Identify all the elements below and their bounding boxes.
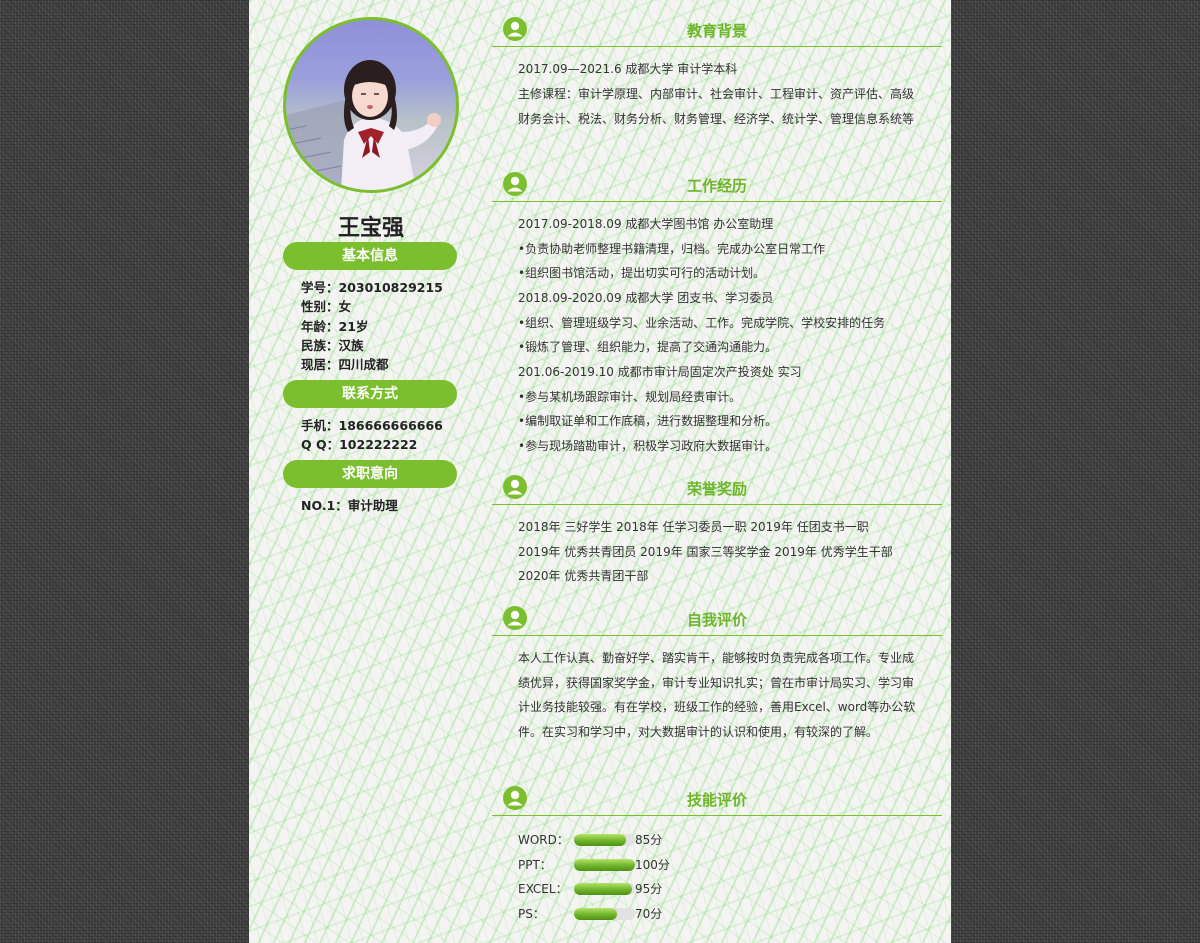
work-line: •负责协助老师整理书籍清理，归档。完成办公室日常工作 (518, 242, 826, 256)
skill-bar-fill (574, 834, 626, 846)
work-line: 2018.09-2020.09 成都大学 团支书、学习委员 (518, 291, 774, 305)
honor-line: 2020年 优秀共青团干部 (518, 569, 649, 583)
residence: 现居：四川成都 (301, 357, 389, 372)
work-line: •参与现场踏勘审计，积极学习政府大数据审计。 (518, 439, 778, 453)
job-intent: NO.1：审计助理 (301, 498, 398, 513)
work-line: 2017.09-2018.09 成都大学图书馆 办公室助理 (518, 217, 774, 231)
skill-bar-fill (574, 859, 635, 871)
education-header: 教育背景 (492, 17, 942, 47)
work-header: 工作经历 (492, 172, 942, 202)
avatar (283, 17, 459, 193)
honors-header: 荣誉奖励 (492, 475, 942, 505)
job-intent-header: 求职意向 (283, 460, 457, 488)
education-courses: 主修课程：审计学原理、内部审计、社会审计、工程审计、资产评估、高级财务会计、税法… (518, 87, 915, 126)
divider (492, 635, 942, 636)
age: 年龄：21岁 (301, 319, 369, 334)
skill-value: 70分 (635, 907, 663, 921)
skill-label: EXCEL： (518, 882, 568, 896)
divider (492, 201, 942, 202)
skill-bar-fill (574, 908, 617, 920)
skill-label: PS： (518, 907, 545, 921)
skill-value: 95分 (635, 882, 663, 896)
skill-bar-fill (574, 883, 632, 895)
honor-line: 2018年 三好学生 2018年 任学习委员一职 2019年 任团支书一职 (518, 520, 869, 534)
student-id: 学号：203010829215 (301, 280, 443, 295)
skills-header: 技能评价 (492, 786, 942, 816)
work-line: •组织、管理班级学习、业余活动、工作。完成学院、学校安排的任务 (518, 316, 886, 330)
work-line: •参与某机场跟踪审计、规划局经责审计。 (518, 390, 742, 404)
work-line: •锻炼了管理、组织能力，提高了交通沟通能力。 (518, 340, 778, 354)
section-title: 自我评价 (686, 611, 747, 629)
contact-header: 联系方式 (283, 380, 457, 408)
qq: Q Q：102222222 (301, 437, 418, 452)
section-title: 荣誉奖励 (686, 480, 747, 498)
work-line: 201.06-2019.10 成都市审计局固定次产投资处 实习 (518, 365, 802, 379)
divider (492, 815, 942, 816)
divider (492, 46, 942, 47)
skill-value: 100分 (635, 858, 670, 872)
ethnicity: 民族：汉族 (301, 338, 364, 353)
self-eval-text: 本人工作认真、勤奋好学、踏实肯干，能够按时负责完成各项工作。专业成绩优异，获得国… (518, 651, 916, 740)
skill-label: WORD： (518, 833, 569, 847)
skill-value: 85分 (635, 833, 663, 847)
work-line: •组织图书馆活动，提出切实可行的活动计划。 (518, 266, 766, 280)
applicant-name: 王宝强 (337, 216, 404, 241)
self-eval-header: 自我评价 (492, 606, 942, 636)
section-title: 工作经历 (686, 177, 747, 195)
divider (492, 504, 942, 505)
skill-bar (574, 908, 635, 920)
section-title: 教育背景 (686, 22, 747, 40)
skill-bar (574, 883, 635, 895)
resume-page: 王宝强 基本信息 学号：203010829215 性别：女 年龄：21岁 民族：… (249, 0, 951, 943)
education-line: 2017.09—2021.6 成都大学 审计学本科 (518, 62, 738, 76)
section-title: 技能评价 (686, 791, 747, 809)
work-line: •编制取证单和工作底稿，进行数据整理和分析。 (518, 414, 778, 428)
basic-info-header: 基本信息 (283, 242, 457, 270)
skill-bar (574, 834, 635, 846)
skill-bar (574, 859, 635, 871)
gender: 性别：女 (301, 299, 352, 314)
honor-line: 2019年 优秀共青团员 2019年 国家三等奖学金 2019年 优秀学生干部 (518, 545, 893, 559)
skill-label: PPT： (518, 858, 552, 872)
phone: 手机：186666666666 (301, 418, 443, 433)
